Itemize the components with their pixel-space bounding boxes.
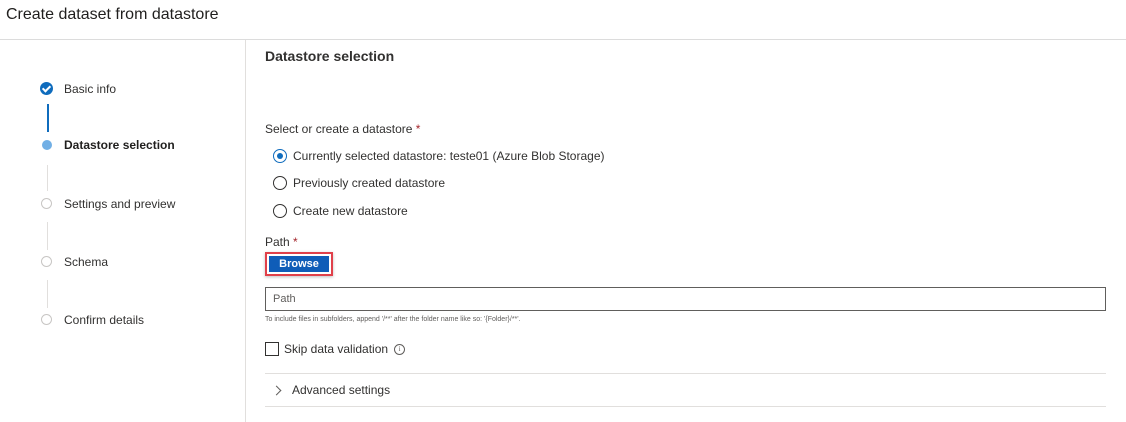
step-connector bbox=[47, 280, 48, 308]
checkmark-icon bbox=[40, 82, 53, 95]
radio-button[interactable] bbox=[273, 176, 287, 190]
current-step-icon bbox=[42, 140, 52, 150]
path-input[interactable] bbox=[265, 287, 1106, 311]
browse-highlight: Browse bbox=[265, 252, 333, 276]
path-field-label: Path * bbox=[265, 235, 298, 249]
section-title: Datastore selection bbox=[265, 48, 395, 64]
browse-button[interactable]: Browse bbox=[269, 256, 329, 272]
radio-label: Previously created datastore bbox=[293, 176, 446, 190]
advanced-settings-toggle[interactable]: Advanced settings bbox=[271, 383, 391, 397]
pending-step-icon bbox=[41, 314, 52, 325]
required-asterisk: * bbox=[293, 235, 298, 249]
step-confirm-details[interactable]: Confirm details bbox=[40, 313, 144, 327]
advanced-settings-label: Advanced settings bbox=[292, 383, 391, 397]
required-asterisk: * bbox=[415, 122, 421, 136]
step-datastore-selection[interactable]: Datastore selection bbox=[40, 138, 175, 152]
radio-label: Create new datastore bbox=[293, 204, 408, 218]
page-title: Create dataset from datastore bbox=[6, 6, 219, 23]
step-basic-info[interactable]: Basic info bbox=[40, 82, 116, 96]
divider bbox=[265, 406, 1106, 407]
pending-step-icon bbox=[41, 198, 52, 209]
sidebar-divider bbox=[245, 40, 246, 422]
divider bbox=[265, 373, 1106, 374]
radio-current-datastore[interactable]: Currently selected datastore: teste01 (A… bbox=[273, 149, 605, 163]
path-label-text: Path bbox=[265, 235, 290, 249]
radio-new-datastore[interactable]: Create new datastore bbox=[273, 204, 408, 218]
step-connector bbox=[47, 222, 48, 250]
step-settings-and-preview[interactable]: Settings and preview bbox=[40, 197, 175, 211]
step-connector bbox=[47, 104, 49, 132]
radio-label: Currently selected datastore: teste01 (A… bbox=[293, 149, 605, 163]
radio-button-selected[interactable] bbox=[273, 149, 287, 163]
step-label: Settings and preview bbox=[64, 196, 176, 211]
info-icon[interactable]: i bbox=[394, 343, 406, 355]
step-connector bbox=[47, 165, 48, 191]
step-label: Schema bbox=[64, 254, 109, 269]
skip-validation-row[interactable]: Skip data validation i bbox=[265, 342, 406, 356]
datastore-label-text: Select or create a datastore bbox=[265, 122, 413, 136]
pending-step-icon bbox=[41, 256, 52, 267]
step-label: Basic info bbox=[64, 81, 117, 96]
path-hint: To include files in subfolders, append '… bbox=[265, 316, 521, 323]
step-schema[interactable]: Schema bbox=[40, 255, 108, 269]
skip-validation-checkbox[interactable] bbox=[265, 342, 279, 356]
chevron-right-icon bbox=[271, 385, 282, 395]
step-label: Datastore selection bbox=[64, 138, 175, 152]
datastore-field-label: Select or create a datastore * bbox=[265, 122, 420, 136]
skip-validation-label: Skip data validation bbox=[284, 342, 389, 356]
radio-button[interactable] bbox=[273, 204, 287, 218]
step-label: Confirm details bbox=[64, 312, 145, 327]
header-divider bbox=[0, 39, 1126, 40]
radio-previous-datastore[interactable]: Previously created datastore bbox=[273, 176, 445, 190]
